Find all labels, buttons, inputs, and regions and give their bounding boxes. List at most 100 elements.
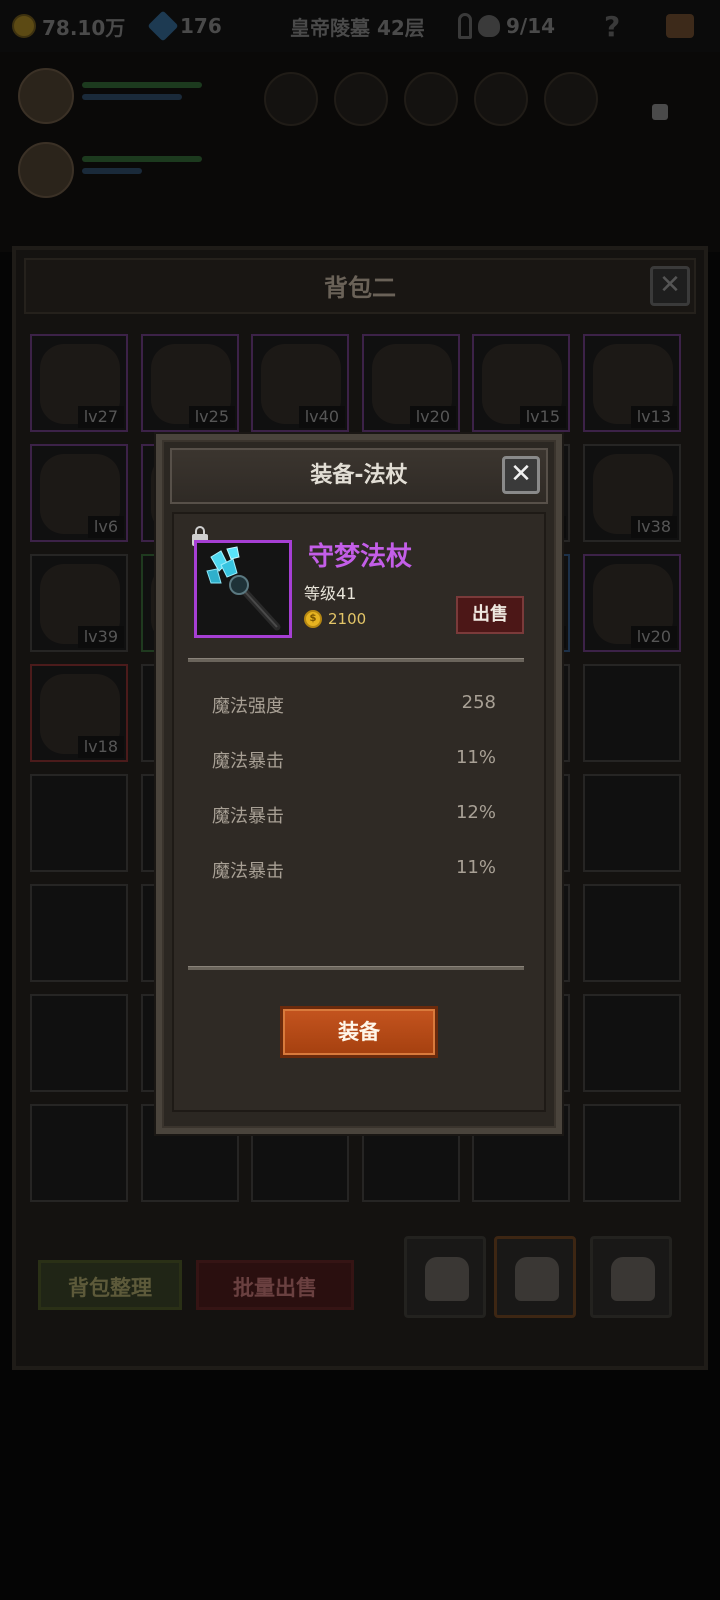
item-price: $ 2100: [304, 610, 366, 628]
hero-avatar: [18, 142, 74, 198]
hero-health-bar: [82, 82, 202, 88]
empty-slot[interactable]: [583, 664, 681, 762]
backpack-item-slot[interactable]: lv18: [30, 664, 128, 762]
item-level-badge: lv27: [77, 406, 124, 428]
price-value: 2100: [328, 610, 367, 628]
stat-row: 魔法强度 258: [212, 692, 496, 722]
backpack-header: 背包二 ✕: [24, 258, 696, 314]
item-level-badge: lv18: [77, 736, 124, 758]
floor-indicator: 皇帝陵墓 42层: [290, 8, 425, 44]
backpack-item-slot[interactable]: lv15: [472, 334, 570, 432]
bulk-sell-button[interactable]: 批量出售: [196, 1260, 354, 1310]
skull-icon: [478, 15, 500, 37]
popup-title: 装备-法杖: [310, 463, 408, 488]
stat-value: 11%: [455, 857, 496, 878]
backpack-item-slot[interactable]: lv20: [362, 334, 460, 432]
hero-row: [18, 68, 218, 132]
top-status-bar: 78.10万 176 皇帝陵墓 42层 9/14 ?: [0, 0, 720, 52]
popup-close-button[interactable]: ✕: [502, 456, 540, 494]
gem-icon: [147, 10, 179, 42]
backpack-item-slot[interactable]: lv25: [141, 334, 239, 432]
backpack-item-slot[interactable]: lv38: [583, 444, 681, 542]
stat-row: 魔法暴击 11%: [212, 857, 496, 887]
equip-button[interactable]: 装备: [280, 1006, 438, 1058]
equipment-popup: 装备-法杖 ✕ 守梦法杖 等级41 $ 2100 出售 魔法强度 258 魔法暴…: [156, 434, 562, 1134]
item-level-badge: lv25: [188, 406, 235, 428]
floor-label: 皇帝陵墓 42层: [290, 15, 425, 40]
backpack-icon: [425, 1257, 469, 1301]
stat-value: 11%: [455, 747, 496, 768]
backpack-icon: [515, 1257, 559, 1301]
backpack-item-slot[interactable]: lv20: [583, 554, 681, 652]
popup-body: 守梦法杖 等级41 $ 2100 出售 魔法强度 258 魔法暴击 11% 魔法…: [172, 512, 546, 1112]
item-level-badge: lv6: [87, 516, 124, 538]
skill-slot[interactable]: [264, 72, 318, 126]
stat-name: 魔法暴击: [212, 806, 284, 827]
help-icon: ?: [604, 9, 621, 43]
gift-button[interactable]: [666, 8, 694, 44]
item-level-badge: lv20: [630, 626, 677, 648]
item-level-badge: lv38: [630, 516, 677, 538]
skill-slot[interactable]: [404, 72, 458, 126]
gem-amount: 176: [180, 14, 222, 38]
hero-area: [0, 52, 720, 252]
empty-slot[interactable]: [583, 774, 681, 872]
item-level-badge: lv15: [519, 406, 566, 428]
boss-progress-count: 9/14: [506, 14, 556, 38]
item-level-badge: lv20: [409, 406, 456, 428]
divider: [188, 966, 524, 970]
item-level-badge: lv13: [630, 406, 677, 428]
backpack-close-button[interactable]: ✕: [650, 266, 690, 306]
hero-mana-bar: [82, 94, 182, 100]
backpack-item-slot[interactable]: lv6: [30, 444, 128, 542]
backpack-icon: [611, 1257, 655, 1301]
backpack-tab-1[interactable]: [404, 1236, 486, 1318]
gold-counter: 78.10万: [12, 8, 125, 44]
backpack-item-slot[interactable]: lv39: [30, 554, 128, 652]
hero-mana-bar: [82, 168, 142, 174]
empty-slot[interactable]: [30, 1104, 128, 1202]
empty-slot[interactable]: [30, 884, 128, 982]
stat-name: 魔法暴击: [212, 861, 284, 882]
hero-health-bar: [82, 156, 202, 162]
item-icon-frame: [194, 540, 292, 638]
backpack-item-slot[interactable]: lv27: [30, 334, 128, 432]
boss-progress: 9/14: [458, 8, 555, 44]
stat-name: 魔法暴击: [212, 751, 284, 772]
divider: [188, 658, 524, 662]
sort-backpack-button[interactable]: 背包整理: [38, 1260, 182, 1310]
key-icon: [458, 13, 472, 39]
slot-lock-icon: [652, 104, 668, 120]
gold-amount: 78.10万: [42, 15, 126, 40]
backpack-tab-3[interactable]: [590, 1236, 672, 1318]
item-level: 等级41: [304, 584, 357, 603]
item-level-badge: lv39: [77, 626, 124, 648]
item-name: 守梦法杖: [308, 542, 413, 572]
gold-coin-icon: [12, 14, 36, 38]
empty-slot[interactable]: [30, 774, 128, 872]
stat-value: 12%: [455, 802, 496, 823]
empty-slot[interactable]: [583, 994, 681, 1092]
popup-header: 装备-法杖 ✕: [170, 448, 548, 504]
skill-slot[interactable]: [334, 72, 388, 126]
skill-slot[interactable]: [474, 72, 528, 126]
empty-slot[interactable]: [583, 1104, 681, 1202]
gold-coin-icon: $: [304, 610, 322, 628]
stat-name: 魔法强度: [212, 696, 284, 717]
hero-avatar: [18, 68, 74, 124]
empty-slot[interactable]: [583, 884, 681, 982]
skill-slot[interactable]: [544, 72, 598, 126]
empty-slot[interactable]: [30, 994, 128, 1092]
item-level-badge: lv40: [298, 406, 345, 428]
hero-row: [18, 142, 218, 206]
backpack-title: 背包二: [324, 274, 396, 302]
backpack-tab-2[interactable]: [494, 1236, 576, 1318]
sell-button[interactable]: 出售: [456, 596, 524, 634]
backpack-item-slot[interactable]: lv40: [251, 334, 349, 432]
stat-value: 258: [461, 692, 496, 713]
gift-icon: [666, 14, 694, 38]
backpack-item-slot[interactable]: lv13: [583, 334, 681, 432]
help-button[interactable]: ?: [604, 8, 620, 44]
stat-row: 魔法暴击 11%: [212, 747, 496, 777]
staff-icon: [197, 543, 289, 635]
